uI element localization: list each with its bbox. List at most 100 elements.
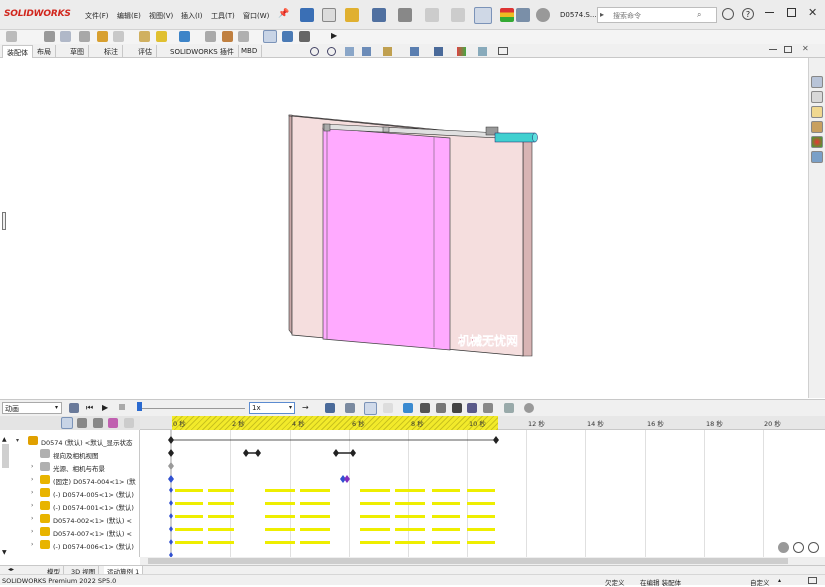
solidworks-logo[interactable]: SOLIDWORKS [4,9,71,19]
expand-caret-icon[interactable]: › [31,463,33,470]
tree-row-assembly[interactable]: ▾ D0574 (默认) <默认_显示状态 [0,434,140,447]
gravity-icon[interactable] [483,403,493,413]
appearances-icon[interactable] [811,136,823,148]
speed-chevron-icon[interactable]: ▾ [289,404,292,411]
spring-icon[interactable] [420,403,430,413]
stop-icon[interactable] [119,404,125,410]
menu-view[interactable]: 视图(V) [149,11,173,21]
exploded-view-icon[interactable] [222,31,233,42]
autokey-icon[interactable] [364,402,377,415]
doc-restore-icon[interactable] [784,46,792,53]
camera-icon[interactable] [299,31,310,42]
tab-assembly[interactable]: 装配体 [2,45,33,58]
filter-results-icon[interactable] [108,418,118,428]
close-icon[interactable]: ✕ [808,6,817,19]
view-orientation-icon[interactable] [410,47,419,56]
select-icon[interactable] [474,7,492,24]
save-icon[interactable] [372,8,386,22]
feature-manager-flyout-handle[interactable] [2,212,6,230]
tab-layout[interactable]: 布局 [33,45,56,58]
update-speedpak-icon[interactable] [263,30,277,43]
tree-row-part-002[interactable]: › D0574-002<1> (默认) < [0,512,140,525]
account-icon[interactable] [722,8,734,20]
edit-appearance-icon[interactable] [457,47,466,56]
tab-evaluate[interactable]: 评估 [134,45,157,58]
time-ruler[interactable]: 0 秒 2 秒 4 秒 6 秒 8 秒 10 秒 12 秒 14 秒 16 秒 … [140,416,825,430]
filter-animated-icon[interactable] [61,417,73,429]
assembly-features-icon[interactable] [139,31,150,42]
zoom-to-fit-timeline-icon[interactable] [778,542,789,553]
force-icon[interactable] [452,403,462,413]
tree-row-part-006[interactable]: › (-) D0574-006<1> (默认) [0,538,140,551]
redo-icon[interactable] [451,8,465,22]
filter-driving-icon[interactable] [77,418,87,428]
linear-pattern-icon[interactable] [60,31,71,42]
expand-caret-icon[interactable]: › [31,476,33,483]
units-status[interactable]: 自定义 [750,577,770,587]
scrollbar-thumb[interactable] [148,558,788,564]
tab-sketch[interactable]: 草图 [66,45,89,58]
contact-icon[interactable] [467,403,477,413]
collapse-caret-icon[interactable]: ▾ [16,437,19,444]
design-library-icon[interactable] [811,91,823,103]
filter-selected-icon[interactable] [93,418,103,428]
display-style-icon[interactable] [434,47,443,56]
playback-range-bar[interactable] [172,416,498,430]
timeline-area[interactable]: 0 秒 2 秒 4 秒 6 秒 8 秒 10 秒 12 秒 14 秒 16 秒 … [140,416,825,557]
tab-scroll-icon[interactable]: ◂▸ [8,566,14,573]
smart-fasteners-icon[interactable] [79,31,90,42]
resources-icon[interactable] [811,76,823,88]
zoom-out-icon[interactable] [808,542,819,553]
expand-caret-icon[interactable]: › [31,528,33,535]
study-type-select[interactable]: 动画 [2,402,62,414]
tree-row-part-005[interactable]: › (-) D0574-005<1> (默认) [0,486,140,499]
doc-minimize-icon[interactable] [769,49,777,50]
tree-row-part-004[interactable]: › (固定) D0574-004<1> (默 [0,473,140,486]
play-from-start-icon[interactable]: ⏮ [86,403,93,413]
animation-wizard-icon[interactable] [345,403,355,413]
tree-row-part-001[interactable]: › (-) D0574-001<1> (默认) [0,499,140,512]
menu-edit[interactable]: 编辑(E) [117,11,141,21]
chevron-down-icon[interactable]: ▾ [55,404,58,411]
playback-slider-handle[interactable] [137,402,142,411]
show-hidden-icon[interactable] [113,31,124,42]
rebuild-icon[interactable] [500,8,514,22]
bill-of-materials-icon[interactable] [205,31,216,42]
motion-study-properties-icon[interactable] [524,403,534,413]
view-palette-icon[interactable] [811,121,823,133]
instant3d-icon[interactable] [238,31,249,42]
tree-row-lights[interactable]: › 光源、相机与布景 [0,460,140,473]
zoom-to-fit-icon[interactable] [310,47,319,56]
help-icon[interactable]: ? [742,8,754,20]
mate-icon[interactable] [44,31,55,42]
section-view-icon[interactable] [362,47,371,56]
options-gear-icon[interactable] [536,8,550,22]
undo-icon[interactable] [425,8,439,22]
add-key-icon[interactable] [383,403,393,413]
new-document-icon[interactable] [322,8,336,22]
keyframe-canvas[interactable] [140,430,825,557]
results-plots-icon[interactable] [504,403,514,413]
move-component-icon[interactable] [97,31,108,42]
tab-mbd[interactable]: MBD [237,45,263,58]
doc-close-icon[interactable]: ✕ [802,44,809,53]
playback-mode-icon[interactable]: → [302,403,309,412]
dynamic-annotation-icon[interactable] [383,47,392,56]
new-motion-study-icon[interactable] [179,31,190,42]
view-settings-icon[interactable] [498,47,508,55]
insert-component-icon[interactable] [6,31,17,42]
playback-slider-track[interactable] [142,408,245,409]
collapse-items-icon[interactable] [124,418,134,428]
expand-caret-icon[interactable]: › [31,515,33,522]
tab-addins[interactable]: SOLIDWORKS 插件 [166,45,239,58]
custom-properties-icon[interactable] [811,151,823,163]
open-icon[interactable] [345,8,359,22]
previous-view-icon[interactable] [345,47,354,56]
menu-insert[interactable]: 插入(I) [181,11,203,21]
tree-row-orientation[interactable]: 视向及相机视图 [0,447,140,460]
file-properties-icon[interactable] [516,8,530,22]
play-icon[interactable]: ▶ [102,403,108,412]
graphics-area[interactable]: 机械无忧网 [0,58,808,398]
print-icon[interactable] [398,8,412,22]
menu-tools[interactable]: 工具(T) [211,11,235,21]
